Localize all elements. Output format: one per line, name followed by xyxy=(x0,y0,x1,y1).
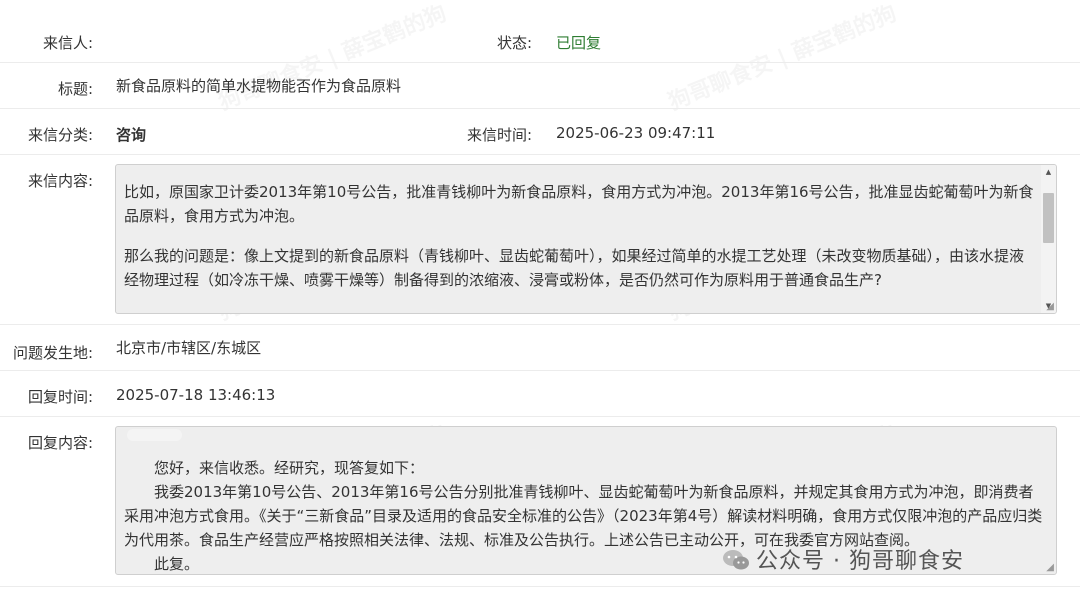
content-scrollbar[interactable]: ▲ ▼ xyxy=(1041,165,1056,313)
title-row: 标题: 新食品原料的简单水提物能否作为食品原料 xyxy=(0,62,1080,109)
reply-content-label: 回复内容: xyxy=(27,434,93,452)
wechat-icon xyxy=(723,550,749,570)
category-label: 来信分类: xyxy=(27,126,93,144)
brand-text: 公众号 · 狗哥聊食安 xyxy=(756,549,964,574)
location-row: 问题发生地: 北京市/市辖区/东城区 xyxy=(0,324,1080,371)
status-label: 状态: xyxy=(496,34,532,52)
content-row: 来信内容: 比如，原国家卫计委2013年第10号公告，批准青钱柳叶为新食品原料，… xyxy=(0,154,1080,325)
resize-grip-icon[interactable]: ◢ xyxy=(1046,563,1054,573)
category-row: 来信分类: 咨询 来信时间: 2025-06-23 09:47:11 xyxy=(0,108,1080,155)
letter-content-paragraph: 比如，原国家卫计委2013年第10号公告，批准青钱柳叶为新食品原料，食用方式为冲… xyxy=(124,183,1034,225)
scroll-thumb[interactable] xyxy=(1043,193,1054,243)
reply-time-value: 2025-07-18 13:46:13 xyxy=(116,386,276,404)
sender-row: 来信人: 状态: 已回复 xyxy=(0,0,1080,63)
reply-time-label: 回复时间: xyxy=(27,388,93,406)
sender-label: 来信人: xyxy=(42,34,93,52)
reply-time-row: 回复时间: 2025-07-18 13:46:13 xyxy=(0,370,1080,417)
title-label: 标题: xyxy=(57,80,93,98)
location-label: 问题发生地: xyxy=(12,344,93,362)
letter-content-paragraph: 那么我的问题是：像上文提到的新食品原料（青钱柳叶、显齿蛇葡萄叶），如果经过简单的… xyxy=(124,247,1025,289)
reply-paragraph: 我委2013年第10号公告、2013年第16号公告分别批准青钱柳叶、显齿蛇葡萄叶… xyxy=(124,483,1043,549)
letter-time-label: 来信时间: xyxy=(466,126,532,144)
letter-content-textarea[interactable]: 比如，原国家卫计委2013年第10号公告，批准青钱柳叶为新食品原料，食用方式为冲… xyxy=(115,164,1057,314)
status-badge: 已回复 xyxy=(556,34,602,52)
content-label: 来信内容: xyxy=(27,172,93,190)
wechat-brand-overlay: 公众号 · 狗哥聊食安 xyxy=(722,543,964,575)
resize-grip-icon[interactable]: ◢ xyxy=(1046,302,1054,312)
reply-paragraph: 您好，来信收悉。经研究，现答复如下： xyxy=(154,459,425,477)
category-value: 咨询 xyxy=(116,126,147,144)
location-value: 北京市/市辖区/东城区 xyxy=(116,339,262,357)
redaction-mark xyxy=(127,429,182,441)
letter-time-value: 2025-06-23 09:47:11 xyxy=(556,124,716,142)
title-value: 新食品原料的简单水提物能否作为食品原料 xyxy=(116,77,402,95)
scroll-up-icon[interactable]: ▲ xyxy=(1041,165,1056,179)
